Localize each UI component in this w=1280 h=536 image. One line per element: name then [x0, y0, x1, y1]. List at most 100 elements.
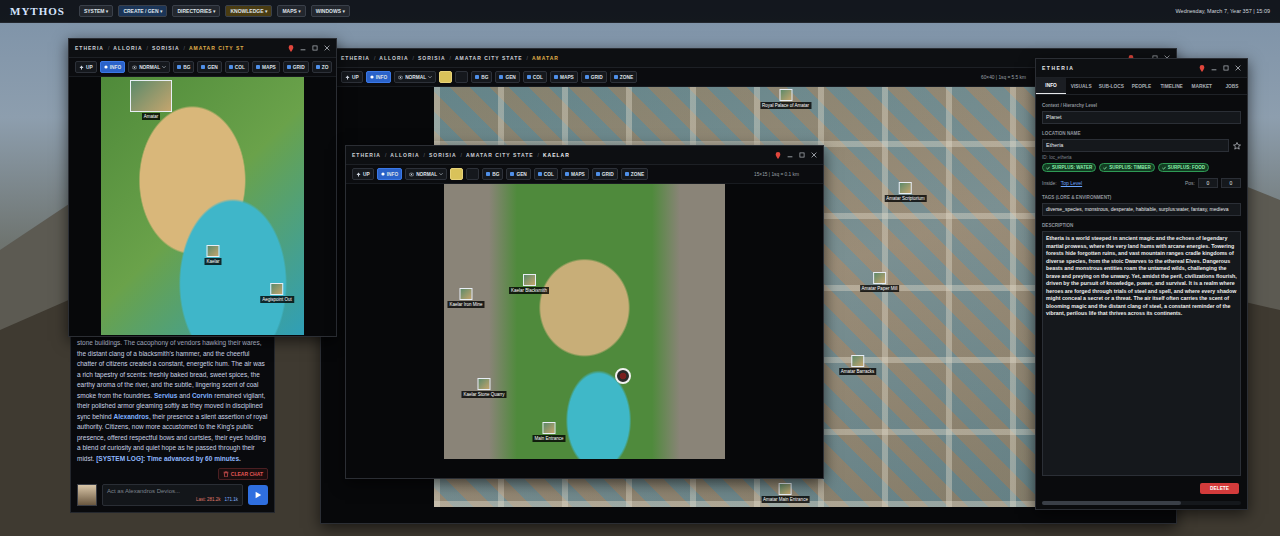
- panel-title-bar[interactable]: ETHERIA: [1036, 59, 1247, 78]
- toolbar-button[interactable]: GRID: [283, 61, 309, 73]
- toolbar-button[interactable]: GEN: [506, 168, 530, 180]
- surplus-tag[interactable]: SURPLUS: TIMBER: [1099, 163, 1155, 172]
- panel-tab[interactable]: JOBS: [1217, 78, 1247, 94]
- position-input[interactable]: 0: [1221, 178, 1241, 188]
- menu-button[interactable]: DIRECTORIES ▾: [172, 5, 220, 17]
- map-window[interactable]: ETHERIA/ALLORIA/SORISIA/AMATAR CITY ST UP…: [68, 38, 337, 337]
- map-image[interactable]: Amatar Kaelar Aegispoint Out: [101, 77, 304, 335]
- toolbar-button[interactable]: ZONE: [621, 168, 648, 180]
- toolbar-button[interactable]: [455, 71, 468, 83]
- toolbar-button[interactable]: UP: [75, 61, 97, 73]
- toolbar-button[interactable]: [450, 168, 463, 180]
- context-field[interactable]: Planet: [1042, 111, 1241, 124]
- toolbar-button[interactable]: NORMAL: [394, 71, 436, 83]
- toolbar-button[interactable]: COL: [534, 168, 558, 180]
- panel-tab[interactable]: TIMELINE: [1157, 78, 1187, 94]
- close-icon[interactable]: [324, 45, 330, 51]
- breadcrumb-item[interactable]: KAELAR: [543, 152, 570, 158]
- breadcrumb-item[interactable]: SORISIA: [152, 45, 180, 51]
- map-pin[interactable]: Amatar Main Entrance: [761, 483, 810, 503]
- toolbar-button[interactable]: [439, 71, 452, 83]
- map-pin[interactable]: Amatar Barracks: [839, 355, 877, 375]
- breadcrumb-item[interactable]: ETHERIA: [352, 152, 381, 158]
- toolbar-button[interactable]: GEN: [197, 61, 221, 73]
- star-icon[interactable]: [1233, 142, 1241, 150]
- breadcrumb-item[interactable]: ALLORIA: [113, 45, 142, 51]
- map-pin-icon[interactable]: [1199, 65, 1205, 72]
- map-pin[interactable]: Amatar Paper Mill: [860, 272, 900, 292]
- toolbar-button[interactable]: GRID: [592, 168, 618, 180]
- map-pin[interactable]: Royal Palace of Amatar: [760, 89, 811, 109]
- lore-tags-field[interactable]: diverse_species, monstrous, desperate, h…: [1042, 203, 1241, 216]
- toolbar-button[interactable]: MAPS: [561, 168, 589, 180]
- toolbar-button[interactable]: GEN: [495, 71, 519, 83]
- toolbar-button[interactable]: UP: [352, 168, 374, 180]
- toolbar-button[interactable]: MAPS: [550, 71, 578, 83]
- map-pin[interactable]: Amatar: [130, 80, 172, 120]
- breadcrumb-item[interactable]: SORISIA: [429, 152, 457, 158]
- chat-input[interactable]: Act as Alexandros Devios...Last: 281.2k1…: [102, 484, 243, 506]
- location-name-field[interactable]: Etheria: [1042, 139, 1229, 152]
- delete-button[interactable]: DELETE: [1200, 483, 1239, 494]
- menu-button[interactable]: KNOWLEDGE ▾: [225, 5, 272, 17]
- map-pin[interactable]: Aegispoint Out: [260, 283, 294, 303]
- toolbar-button[interactable]: [466, 168, 479, 180]
- map-pin[interactable]: [615, 368, 631, 384]
- toolbar-button[interactable]: ZO: [312, 61, 333, 73]
- toolbar-button[interactable]: ZONE: [610, 71, 637, 83]
- parent-link[interactable]: Top Level: [1061, 180, 1082, 186]
- breadcrumb-item[interactable]: AMATAR CITY ST: [189, 45, 244, 51]
- surplus-tag[interactable]: SURPLUS: FOOD: [1158, 163, 1209, 172]
- app-logo[interactable]: MYTHOS: [10, 5, 65, 17]
- maximize-icon[interactable]: [1223, 65, 1229, 71]
- panel-tab[interactable]: SUB-LOCS: [1096, 78, 1126, 94]
- minimize-icon[interactable]: [1211, 65, 1217, 71]
- panel-tab[interactable]: PEOPLE: [1126, 78, 1156, 94]
- maximize-icon[interactable]: [312, 45, 318, 51]
- map-pin[interactable]: Kaelar Iron Mine: [447, 288, 484, 308]
- toolbar-button[interactable]: UP: [341, 71, 363, 83]
- map-pin[interactable]: Kaelar Stone Quarry: [461, 378, 506, 398]
- maximize-icon[interactable]: [799, 152, 805, 158]
- map-pin[interactable]: Kaelar Blacksmith: [509, 274, 549, 294]
- toolbar-button[interactable]: INFO: [366, 71, 391, 83]
- breadcrumb-item[interactable]: ETHERIA: [341, 55, 370, 61]
- toolbar-button[interactable]: MAPS: [252, 61, 280, 73]
- surplus-tag[interactable]: SURPLUS: WATER: [1042, 163, 1096, 172]
- scrollbar-thumb[interactable]: [1042, 501, 1181, 505]
- panel-tab[interactable]: INFO: [1036, 78, 1066, 94]
- location-panel[interactable]: ETHERIAINFOVISUALSSUB-LOCSPEOPLETIMELINE…: [1035, 58, 1248, 510]
- toolbar-button[interactable]: BG: [471, 71, 492, 83]
- breadcrumb-item[interactable]: AMATAR CITY STATE: [455, 55, 523, 61]
- send-button[interactable]: [248, 485, 268, 505]
- character-token[interactable]: [615, 368, 631, 384]
- position-input[interactable]: 0: [1198, 178, 1218, 188]
- window-title-bar[interactable]: ETHERIA/ALLORIA/SORISIA/AMATAR CITY STAT…: [346, 146, 823, 165]
- window-title-bar[interactable]: ETHERIA/ALLORIA/SORISIA/AMATAR CITY ST: [69, 39, 336, 58]
- breadcrumb-item[interactable]: ETHERIA: [75, 45, 104, 51]
- minimize-icon[interactable]: [787, 152, 793, 158]
- toolbar-button[interactable]: COL: [225, 61, 249, 73]
- toolbar-button[interactable]: INFO: [100, 61, 125, 73]
- horizontal-scrollbar[interactable]: [1042, 501, 1241, 505]
- panel-tab[interactable]: MARKET: [1187, 78, 1217, 94]
- toolbar-button[interactable]: NORMAL: [405, 168, 447, 180]
- menu-button[interactable]: WINDOWS ▾: [311, 5, 350, 17]
- map-pin[interactable]: Main Entrance: [532, 422, 565, 442]
- map-pin-icon[interactable]: [775, 152, 781, 159]
- breadcrumb-item[interactable]: ALLORIA: [390, 152, 419, 158]
- toolbar-button[interactable]: GRID: [581, 71, 607, 83]
- map-image[interactable]: Kaelar Blacksmith Kaelar Iron Mine Kaelar …: [444, 184, 725, 459]
- map-pin[interactable]: Kaelar: [204, 245, 221, 265]
- toolbar-button[interactable]: COL: [523, 71, 547, 83]
- map-pin-icon[interactable]: [288, 45, 294, 52]
- minimize-icon[interactable]: [300, 45, 306, 51]
- toolbar-button[interactable]: BG: [482, 168, 503, 180]
- toolbar-button[interactable]: NORMAL: [128, 61, 170, 73]
- description-field[interactable]: Etheria is a world steeped in ancient ma…: [1042, 231, 1241, 476]
- map-pin[interactable]: Amatar Scriptorium: [884, 182, 927, 202]
- clear-chat-button[interactable]: CLEAR CHAT: [218, 468, 268, 480]
- toolbar-button[interactable]: INFO: [377, 168, 402, 180]
- menu-button[interactable]: SYSTEM ▾: [79, 5, 113, 17]
- panel-tab[interactable]: VISUALS: [1066, 78, 1096, 94]
